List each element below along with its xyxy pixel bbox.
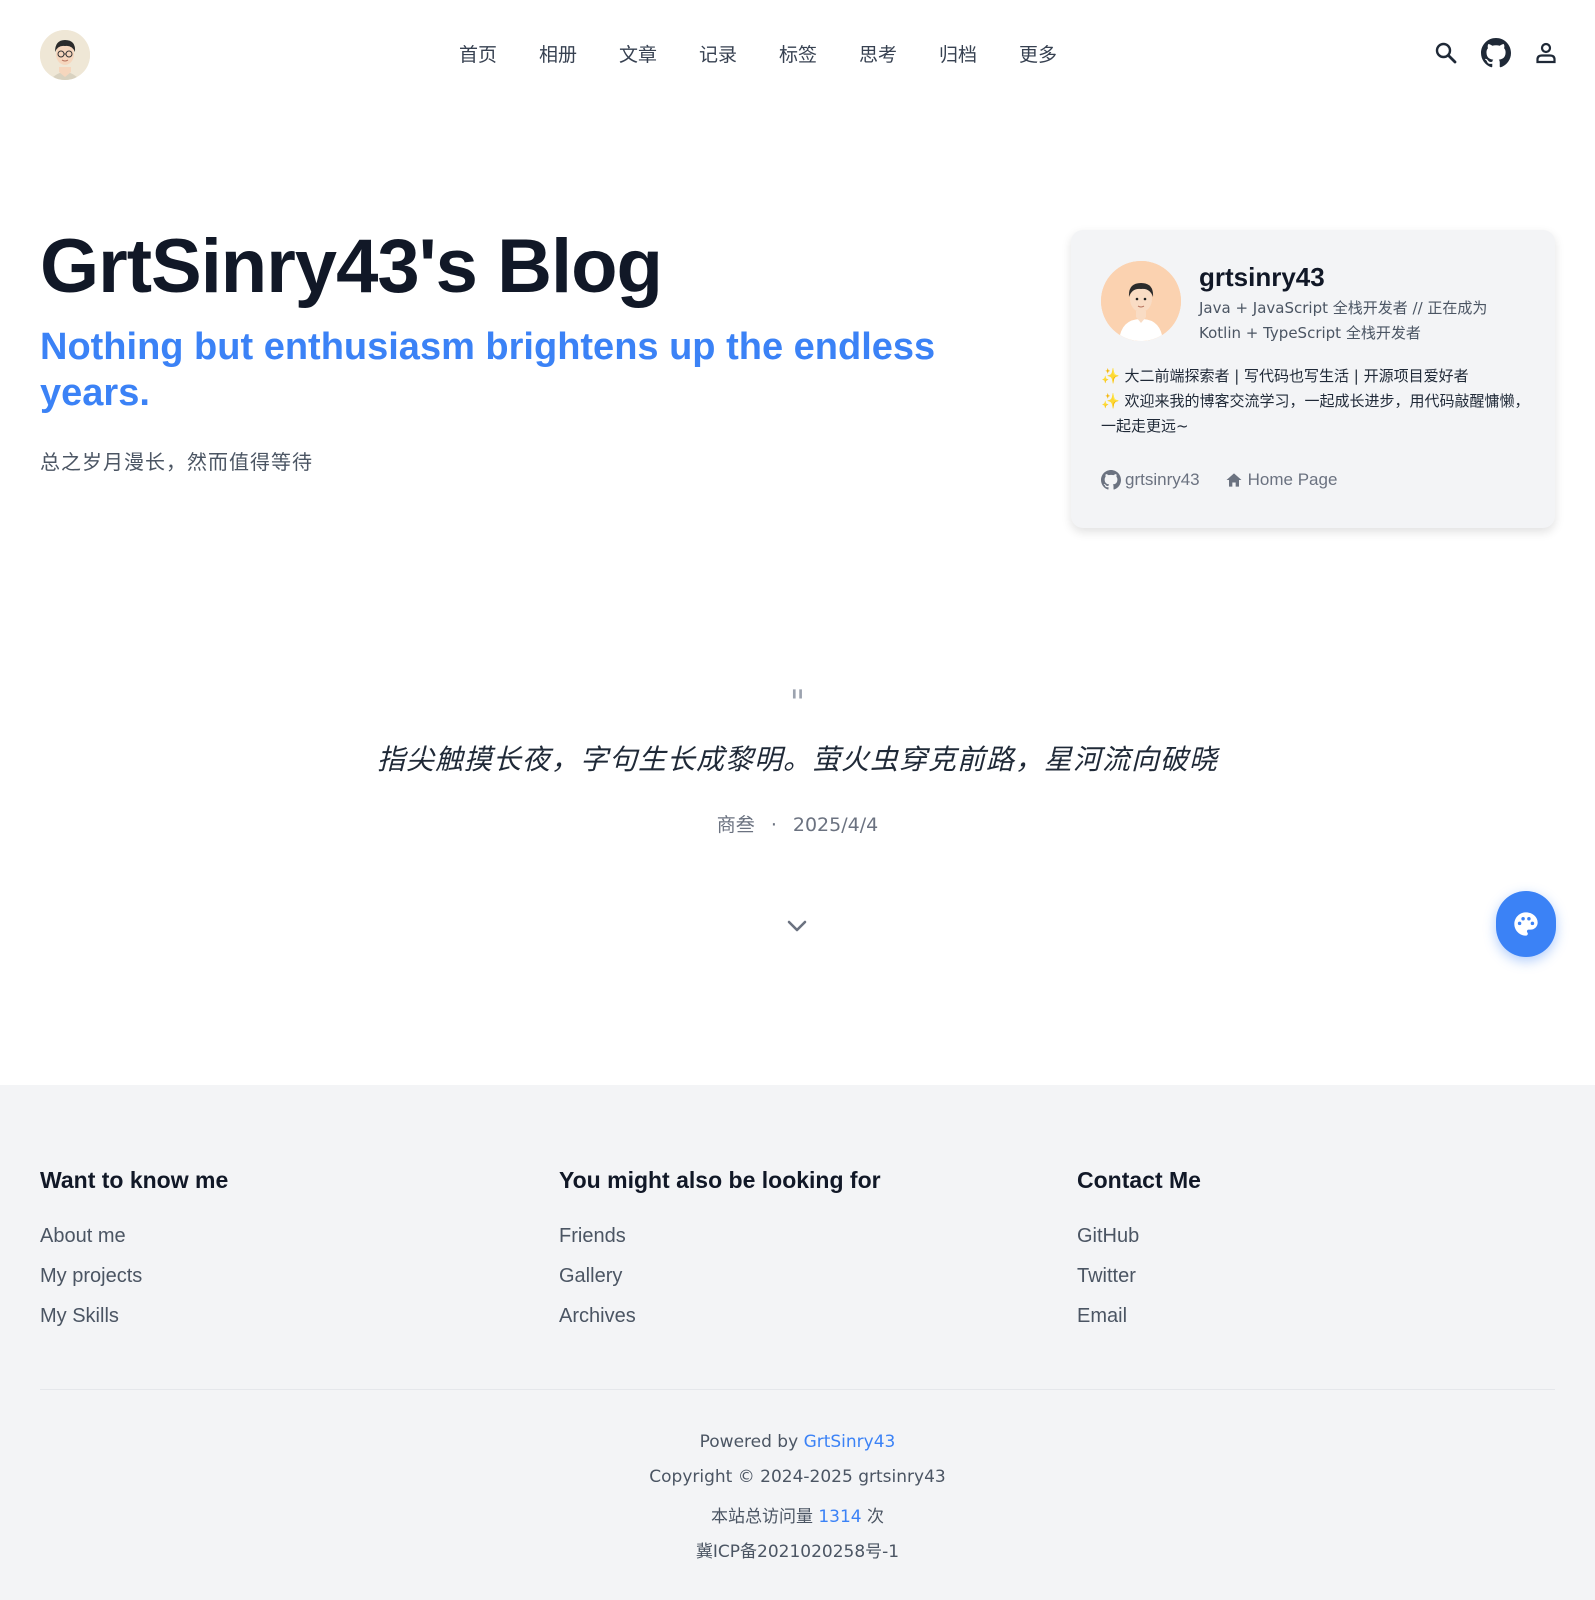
quote-author: 商叁 — [716, 814, 755, 836]
main-nav: 首页 相册 文章 记录 标签 思考 归档 更多 — [459, 40, 1099, 70]
theme-palette-button[interactable] — [1496, 891, 1556, 957]
footer-link-about-me[interactable]: About me — [40, 1216, 228, 1256]
site-footer: Want to know me About me My projects My … — [0, 1085, 1595, 1600]
profile-role: Java + JavaScript 全栈开发者 // 正在成为 Kotlin +… — [1199, 299, 1488, 342]
profile-avatar — [1101, 261, 1181, 341]
profile-homepage-link[interactable]: Home Page — [1224, 470, 1338, 490]
nav-item-more[interactable]: 更多 — [1019, 40, 1099, 70]
footer-col-title: Want to know me — [40, 1167, 229, 1193]
nav-item-album[interactable]: 相册 — [539, 40, 619, 70]
profile-homepage-label: Home Page — [1247, 470, 1338, 489]
visit-count-suffix: 次 — [867, 1507, 885, 1527]
palette-icon — [1514, 912, 1538, 936]
footer-divider — [40, 1389, 1555, 1390]
nav-item-archives[interactable]: 归档 — [939, 40, 1019, 70]
footer-col-title: Contact Me — [1077, 1167, 1201, 1193]
footer-icp-link[interactable]: 冀ICP备2021020258号-1 — [0, 1537, 1595, 1562]
nav-item-articles[interactable]: 文章 — [619, 40, 699, 70]
github-icon[interactable] — [1481, 36, 1511, 70]
profile-bio-line: ✨ 大二前端探索者 | 写代码也写生活 | 开源项目爱好者 — [1101, 367, 1469, 385]
footer-link-my-skills[interactable]: My Skills — [40, 1296, 228, 1336]
profile-bio: ✨ 大二前端探索者 | 写代码也写生活 | 开源项目爱好者 ✨ 欢迎来我的博客交… — [1101, 364, 1541, 439]
visit-count-prefix: 本站总访问量 — [710, 1507, 813, 1527]
home-icon — [1226, 473, 1242, 487]
footer-link-twitter[interactable]: Twitter — [1077, 1256, 1201, 1296]
footer-col-title: You might also be looking for — [559, 1167, 881, 1193]
footer-link-friends[interactable]: Friends — [559, 1216, 881, 1256]
footer-link-github[interactable]: GitHub — [1077, 1216, 1201, 1256]
footer-powered-by: Powered by GrtSinry43 — [0, 1432, 1595, 1452]
footer-col-explore: You might also be looking for Friends Ga… — [559, 1167, 881, 1336]
user-icon[interactable] — [1531, 36, 1561, 70]
footer-copyright: Copyright © 2024-2025 grtsinry43 — [649, 1467, 946, 1487]
nav-item-thoughts[interactable]: 思考 — [859, 40, 939, 70]
nav-item-records[interactable]: 记录 — [699, 40, 779, 70]
github-icon — [1101, 470, 1121, 490]
site-logo-avatar[interactable] — [40, 30, 90, 80]
footer-link-my-projects[interactable]: My projects — [40, 1256, 228, 1296]
profile-github-label: grtsinry43 — [1125, 470, 1200, 489]
quote-meta: 商叁 · 2025/4/4 — [0, 810, 1595, 837]
visit-count-value: 1314 — [818, 1507, 862, 1527]
profile-links: grtsinry43 Home Page — [1101, 470, 1361, 490]
footer-link-email[interactable]: Email — [1077, 1296, 1201, 1336]
powered-by-label: Powered by — [699, 1432, 799, 1452]
quote-text: 指尖触摸长夜，字句生长成黎明。萤火虫穿克前路，星河流向破晓 — [376, 743, 1218, 776]
profile-card: grtsinry43 Java + JavaScript 全栈开发者 // 正在… — [1071, 230, 1555, 528]
search-icon[interactable] — [1431, 36, 1461, 70]
quote-date: 2025/4/4 — [792, 814, 879, 836]
footer-visit-count: 本站总访问量 1314 次 — [0, 1502, 1595, 1527]
footer-col-about: Want to know me About me My projects My … — [40, 1167, 228, 1336]
profile-github-link[interactable]: grtsinry43 — [1101, 470, 1200, 490]
hero-subtitle: Nothing but enthusiasm brightens up the … — [40, 326, 936, 414]
chevron-down-icon[interactable] — [784, 916, 810, 936]
quote-mark: " — [789, 683, 806, 723]
footer-link-archives[interactable]: Archives — [559, 1296, 881, 1336]
profile-name: grtsinry43 — [1199, 262, 1325, 292]
hero-description: 总之岁月漫长，然而值得等待 — [40, 450, 313, 474]
footer-link-gallery[interactable]: Gallery — [559, 1256, 881, 1296]
quote-separator: · — [770, 814, 777, 836]
site-header: 首页 相册 文章 记录 标签 思考 归档 更多 — [0, 0, 1595, 110]
profile-bio-line: ✨ 欢迎来我的博客交流学习，一起成长进步，用代码敲醒慵懒，一起走更远~ — [1101, 392, 1530, 435]
powered-by-link[interactable]: GrtSinry43 — [804, 1432, 896, 1452]
header-actions — [1411, 36, 1561, 70]
footer-col-contact: Contact Me GitHub Twitter Email — [1077, 1167, 1201, 1336]
nav-item-tags[interactable]: 标签 — [779, 40, 859, 70]
hero-title: GrtSinry43's Blog — [40, 224, 663, 309]
nav-item-home[interactable]: 首页 — [459, 40, 539, 70]
